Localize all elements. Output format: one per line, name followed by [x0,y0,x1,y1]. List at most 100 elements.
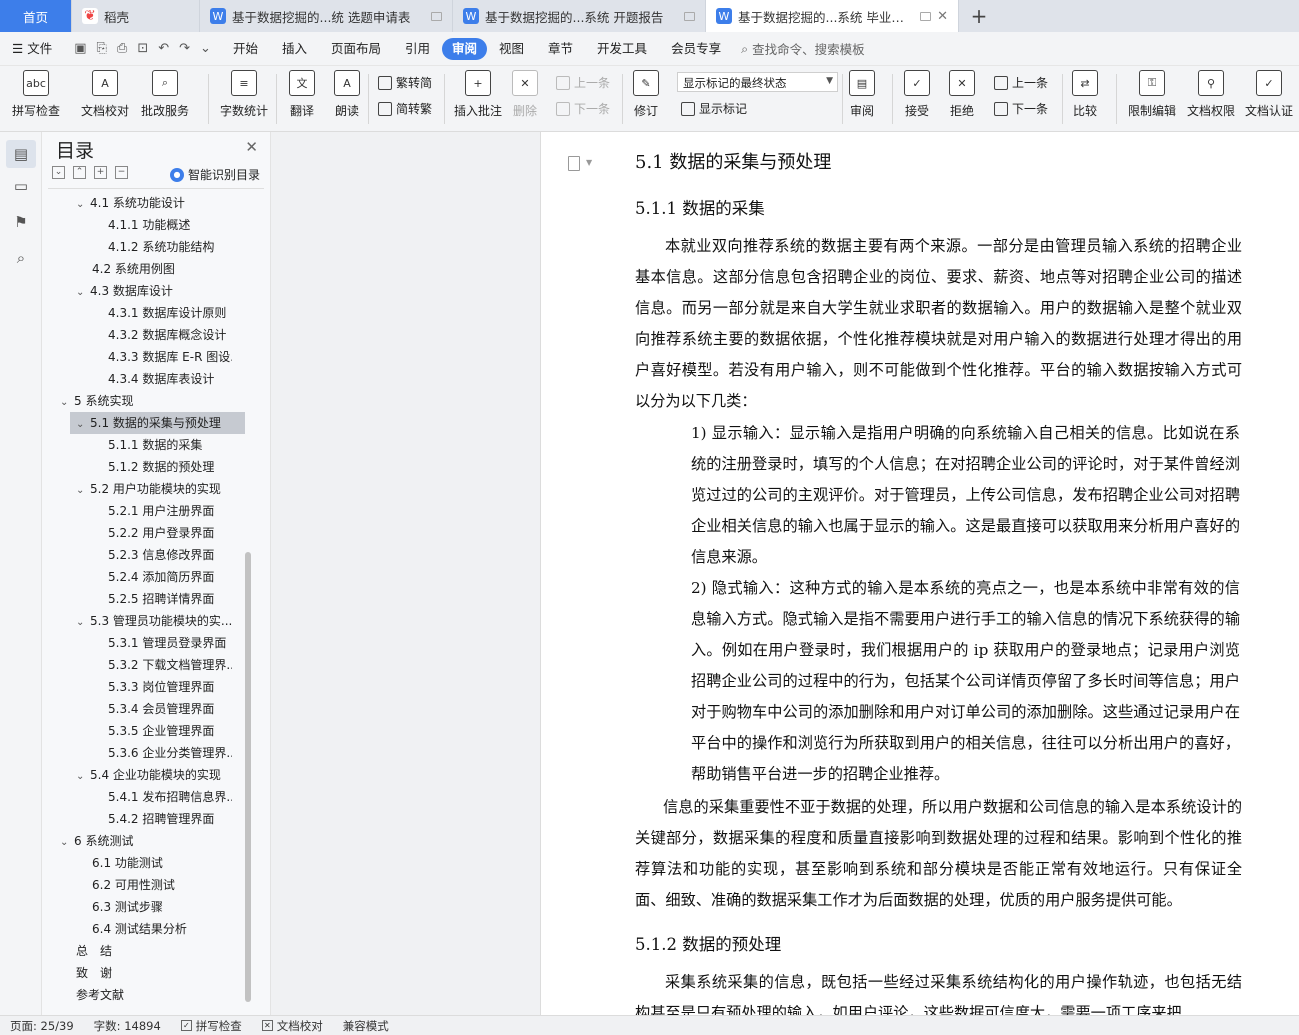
toc-item[interactable]: 5.1.2 数据的预处理 [92,456,232,478]
tab-docer[interactable]: ❦ 稻壳 [72,0,200,32]
menu-reference[interactable]: 引用 [393,38,442,60]
chapter-icon[interactable]: ▭ [11,176,31,196]
markup-display-select[interactable]: 显示标记的最终状态 ▼ [677,72,838,92]
toc-item[interactable]: 5.4.1 发布招聘信息界... [92,786,232,808]
insert-comment-button[interactable]: + 插入批注 [454,70,502,119]
menu-section[interactable]: 章节 [536,38,585,60]
redo-icon[interactable]: ↷ [179,41,190,56]
track-changes-button[interactable]: ✎ 修订 [633,70,659,119]
tab-doc-report[interactable]: W 基于数据挖掘的...系统 开题报告 [453,0,706,32]
accept-button[interactable]: ✓ 接受 [904,70,930,119]
trad-to-simp-button[interactable]: 繁转简 [378,74,432,91]
undo-icon[interactable]: ↶ [158,41,169,56]
toc-item[interactable]: 6.3 测试步骤 [76,896,232,918]
restrict-editing-button[interactable]: ⚿ 限制编辑 [1128,70,1176,119]
tab-home[interactable]: 首页 [0,0,72,32]
toc-item[interactable]: 6.4 测试结果分析 [76,918,232,940]
tab-doc-thesis[interactable]: W 基于数据挖掘的...系统 毕业论文 ✕ [706,0,959,32]
doc-navigation-icon[interactable] [568,156,580,171]
toc-item[interactable]: 5.3.4 会员管理界面 [92,698,232,720]
toc-item[interactable]: ⌄ 4.1 系统功能设计 [76,192,232,214]
toc-item[interactable]: 4.3.2 数据库概念设计 [92,324,232,346]
toc-item[interactable]: 5.3.3 岗位管理界面 [92,676,232,698]
toc-item[interactable]: 5.3.5 企业管理界面 [92,720,232,742]
toc-item[interactable]: 4.1.2 系统功能结构 [92,236,232,258]
toc-item[interactable]: 4.1.1 功能概述 [92,214,232,236]
command-search[interactable]: ⌕ 查找命令、搜索模板 [741,39,865,58]
doc-check-button[interactable]: A 文档校对 [81,70,129,119]
smart-toc-button[interactable]: ● 智能识别目录 [170,166,260,183]
menu-member[interactable]: 会员专享 [659,38,733,60]
add-heading-icon[interactable]: + [94,166,107,179]
chevron-down-icon[interactable]: ⌄ [60,832,74,852]
word-count-indicator[interactable]: 字数: 14894 [84,1018,171,1034]
next-comment-button[interactable]: 下一条 [556,100,610,117]
toc-item[interactable]: 4.2 系统用例图 [76,258,232,280]
compare-button[interactable]: ⇄ 比较 [1072,70,1098,119]
export-icon[interactable]: ⎘ [97,41,107,56]
doc-check-status[interactable]: ✕ 文档校对 [252,1018,333,1034]
customize-icon[interactable]: ⌄ [200,41,211,56]
close-tab-icon[interactable]: ✕ [931,9,948,24]
batch-service-button[interactable]: ⌕ 批改服务 [141,70,189,119]
search-icon[interactable]: ⌕ [11,248,31,268]
save-icon[interactable]: ▣ [74,41,86,56]
toc-item[interactable]: 5.4.2 招聘管理界面 [92,808,232,830]
bookmark-icon[interactable]: ⚑ [11,212,31,232]
chevron-down-icon[interactable]: ⌄ [76,194,90,214]
toc-item[interactable]: 4.3.1 数据库设计原则 [92,302,232,324]
review-pane-button[interactable]: ▤ 审阅 [849,70,875,119]
remove-heading-icon[interactable]: − [115,166,128,179]
toc-item[interactable]: ⌄ 5.3 管理员功能模块的实... [76,610,232,632]
new-tab-button[interactable]: + [959,0,999,32]
toc-item[interactable]: 致 谢 [60,962,232,984]
toc-scrollbar[interactable] [245,552,251,1002]
toc-item[interactable]: 5.3.2 下载文档管理界... [92,654,232,676]
toc-item[interactable]: 5.3.6 企业分类管理界... [92,742,232,764]
chevron-down-icon[interactable]: ⌄ [76,766,90,786]
menu-layout[interactable]: 页面布局 [319,38,393,60]
tab-doc-proposal[interactable]: W 基于数据挖掘的...统 选题申请表 [200,0,453,32]
chevron-down-icon[interactable]: ⌄ [76,414,90,434]
word-count-button[interactable]: ≡ 字数统计 [220,70,268,119]
menu-view[interactable]: 视图 [487,38,536,60]
toc-item[interactable]: 参考文献 [60,984,232,1006]
page-indicator[interactable]: 页面: 25/39 [0,1018,84,1034]
next-change-button[interactable]: 下一条 [994,100,1048,117]
chevron-down-icon[interactable]: ⌄ [76,480,90,500]
read-aloud-button[interactable]: A 朗读 [334,70,360,119]
simp-to-trad-button[interactable]: 简转繁 [378,100,432,117]
chevron-down-icon[interactable]: ⌄ [76,612,90,632]
toc-item[interactable]: ⌄ 4.3 数据库设计 [76,280,232,302]
toc-item[interactable]: 6.1 功能测试 [76,852,232,874]
spell-check-status[interactable]: ✓ 拼写检查 [171,1018,252,1034]
show-markup-button[interactable]: 显示标记 [681,100,747,117]
toc-item[interactable]: ⌄ 5.4 企业功能模块的实现 [76,764,232,786]
toc-item[interactable]: 4.3.3 数据库 E-R 图设... [92,346,232,368]
toc-item[interactable]: 4.3.4 数据库表设计 [92,368,232,390]
menu-insert[interactable]: 插入 [270,38,319,60]
toc-item[interactable]: 5.1.1 数据的采集 [92,434,232,456]
delete-comment-button[interactable]: ✕ 删除 [512,70,538,119]
toc-item[interactable]: ⌄ 5 系统实现 [60,390,232,412]
chevron-down-icon[interactable]: ⌄ [60,392,74,412]
chevron-down-icon[interactable]: ⌄ [76,282,90,302]
doc-certify-button[interactable]: ✓ 文档认证 [1245,70,1293,119]
collapse-all-icon[interactable]: ⌃ [73,166,86,179]
toc-item[interactable]: ⌄ 5.1 数据的采集与预处理 [70,412,245,434]
document-page[interactable]: ▼ 5.1 数据的采集与预处理 5.1.1 数据的采集 本就业双向推荐系统的数据… [541,132,1299,1015]
toc-item[interactable]: 5.2.4 添加简历界面 [92,566,232,588]
toc-item[interactable]: ⌄ 5.2 用户功能模块的实现 [76,478,232,500]
toc-item[interactable]: 5.2.3 信息修改界面 [92,544,232,566]
print-icon[interactable]: ⎙ [117,41,127,56]
spell-check-button[interactable]: abc 拼写检查 [12,70,60,119]
prev-comment-button[interactable]: 上一条 [556,74,610,91]
menu-devtools[interactable]: 开发工具 [585,38,659,60]
toc-panel-icon[interactable]: ▤ [6,140,36,168]
translate-button[interactable]: 文翻译 [289,70,315,119]
menu-start[interactable]: 开始 [221,38,270,60]
toc-item[interactable]: ⌄ 6 系统测试 [60,830,232,852]
toc-item[interactable]: 总 结 [60,940,232,962]
toc-item[interactable]: 5.2.2 用户登录界面 [92,522,232,544]
prev-change-button[interactable]: 上一条 [994,74,1048,91]
